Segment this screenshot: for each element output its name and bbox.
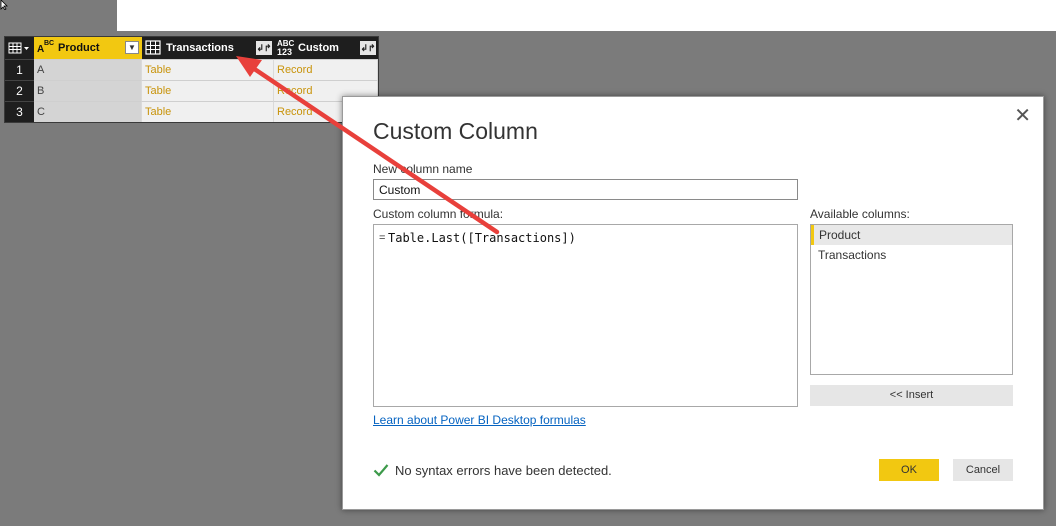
row-number: 2 — [5, 80, 34, 101]
cancel-button[interactable]: Cancel — [953, 459, 1013, 481]
custom-column-dialog: ✕ Custom Column New column name Custom c… — [342, 96, 1044, 510]
list-item-product[interactable]: Product — [811, 225, 1012, 245]
table-row: 1 A Table Record — [5, 59, 378, 80]
cell-product[interactable]: A — [34, 59, 142, 80]
close-icon[interactable]: ✕ — [1014, 103, 1031, 128]
learn-formulas-link[interactable]: Learn about Power BI Desktop formulas — [373, 413, 586, 427]
list-item-transactions[interactable]: Transactions — [811, 245, 1012, 265]
expand-column-button[interactable]: ↲↱ — [360, 41, 376, 55]
filter-dropdown-button[interactable]: ▼ — [125, 41, 139, 54]
ok-button[interactable]: OK — [879, 459, 939, 481]
column-label: Product — [58, 42, 100, 54]
table-row: 3 C Table Record — [5, 101, 378, 122]
table-icon — [8, 42, 29, 54]
cell-transactions-link[interactable]: Table — [142, 80, 274, 101]
column-header-custom[interactable]: ABC 123 Custom ↲↱ — [274, 37, 378, 59]
cell-custom-link[interactable]: Record — [274, 59, 378, 80]
row-number: 1 — [5, 59, 34, 80]
data-grid: A BC Product ▼ Transactions ↲↱ ABC 123 C… — [4, 36, 379, 123]
table-row: 2 B Table Record — [5, 80, 378, 101]
grid-header: A BC Product ▼ Transactions ↲↱ ABC 123 C… — [5, 37, 378, 59]
insert-button[interactable]: << Insert — [810, 385, 1013, 406]
row-number: 3 — [5, 101, 34, 122]
new-column-name-label: New column name — [373, 162, 473, 176]
checkmark-icon — [373, 464, 389, 477]
text-type-icon: A BC — [37, 40, 55, 55]
column-label: Custom — [298, 42, 339, 54]
new-column-name-input[interactable] — [373, 179, 798, 200]
mouse-cursor-icon — [0, 0, 8, 10]
available-columns-label: Available columns: — [810, 207, 910, 221]
column-label: Transactions — [166, 42, 234, 54]
table-type-icon — [145, 40, 161, 55]
syntax-status: No syntax errors have been detected. — [373, 463, 612, 478]
available-columns-list[interactable]: Product Transactions — [810, 224, 1013, 375]
formula-label: Custom column formula: — [373, 207, 504, 221]
background-window — [117, 0, 1056, 31]
formula-text: Table.Last([Transactions]) — [388, 231, 576, 245]
expand-column-button[interactable]: ↲↱ — [256, 41, 272, 55]
any-type-icon: ABC 123 — [277, 39, 295, 57]
table-menu-button[interactable] — [5, 37, 34, 59]
dialog-title: Custom Column — [373, 118, 538, 144]
cell-transactions-link[interactable]: Table — [142, 59, 274, 80]
formula-equals: = — [379, 232, 386, 244]
syntax-status-text: No syntax errors have been detected. — [395, 463, 612, 478]
column-header-transactions[interactable]: Transactions ↲↱ — [142, 37, 274, 59]
cell-product[interactable]: C — [34, 101, 142, 122]
formula-editor[interactable]: = Table.Last([Transactions]) — [373, 224, 798, 407]
cell-transactions-link[interactable]: Table — [142, 101, 274, 122]
column-header-product[interactable]: A BC Product ▼ — [34, 37, 142, 59]
cell-product[interactable]: B — [34, 80, 142, 101]
